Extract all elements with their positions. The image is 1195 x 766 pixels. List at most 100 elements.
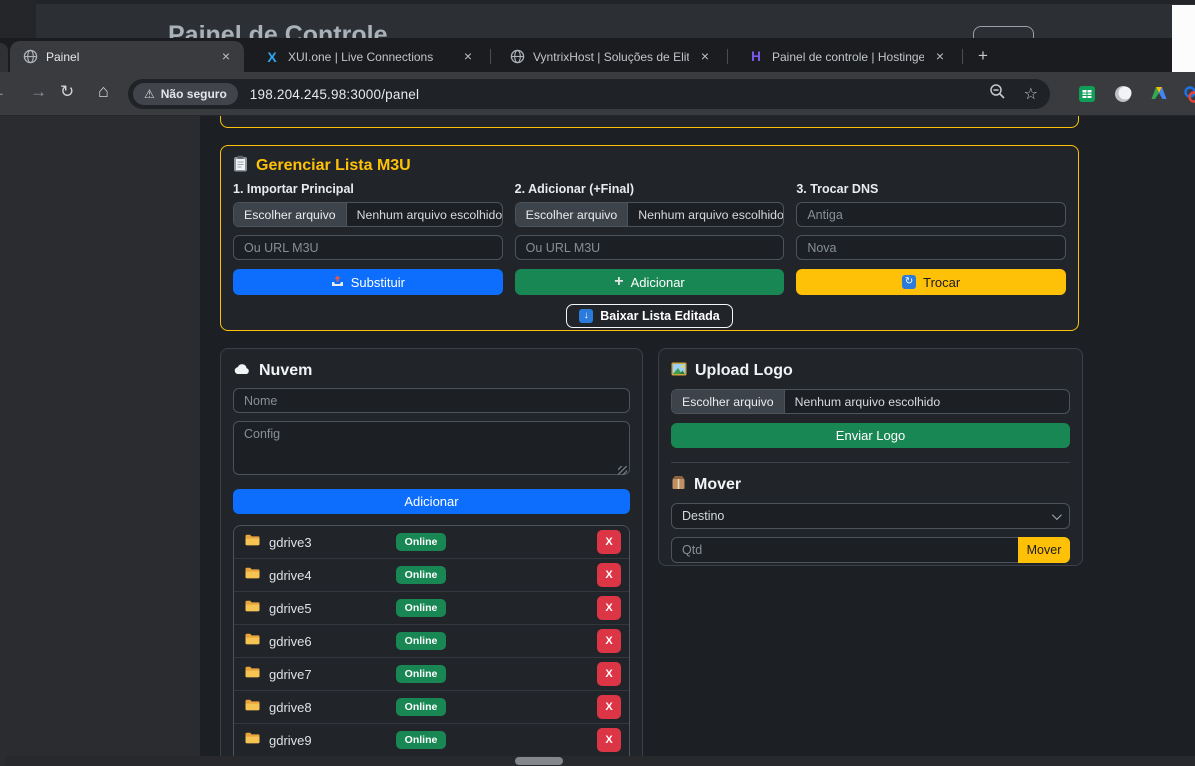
sync-icon: ↻	[902, 275, 916, 289]
append-url-input[interactable]	[515, 235, 785, 260]
tab-title: Painel	[46, 50, 210, 64]
m3u-manager-card: Gerenciar Lista M3U 1. Importar Principa…	[220, 145, 1079, 331]
substituir-button[interactable]: Substituir	[233, 269, 503, 295]
folder-icon	[245, 698, 260, 716]
cloud-item-status: Online	[396, 698, 447, 716]
tab-strip: Painel × X XUI.one | Live Connections × …	[0, 38, 1172, 72]
cloud-list: gdrive3 Online X gdrive4 Online X gdrive…	[233, 525, 630, 766]
cloud-card-title: Nuvem	[233, 361, 630, 381]
drive-extension-icon[interactable]	[1150, 85, 1168, 103]
m3u-card-title: Gerenciar Lista M3U	[233, 156, 1066, 176]
download-icon: ↓	[579, 309, 593, 323]
tab-vyntrixhost[interactable]: VyntrixHost | Soluções de Elite ×	[497, 41, 723, 72]
scrollbar-thumb[interactable]	[515, 757, 563, 765]
security-chip[interactable]: ⚠ Não seguro	[133, 83, 238, 105]
cloud-list-item: gdrive7 Online X	[234, 658, 629, 691]
append-label: 2. Adicionar (+Final)	[515, 182, 785, 196]
cloud-list-item: gdrive5 Online X	[234, 592, 629, 625]
cloud-item-status: Online	[396, 632, 447, 650]
cloud-list-item: gdrive4 Online X	[234, 559, 629, 592]
cloud-name-input[interactable]	[233, 388, 630, 413]
folder-icon	[245, 533, 260, 551]
cloud-item-name: gdrive4	[269, 568, 312, 583]
address-bar[interactable]: ⚠ Não seguro 198.204.245.98:3000/panel ☆	[128, 79, 1050, 109]
import-label: 1. Importar Principal	[233, 182, 503, 196]
clipped-card-above	[220, 116, 1079, 128]
dns-old-input[interactable]	[796, 202, 1066, 227]
tab-title: VyntrixHost | Soluções de Elite	[533, 50, 689, 64]
globe-icon	[22, 49, 38, 65]
mover-button[interactable]: Mover	[1018, 537, 1070, 563]
clipped-button-fragment	[973, 26, 1034, 38]
cloud-item-name: gdrive7	[269, 667, 312, 682]
dns-new-input[interactable]	[796, 235, 1066, 260]
cloud-item-status: Online	[396, 566, 447, 584]
page-viewport: Gerenciar Lista M3U 1. Importar Principa…	[0, 116, 1195, 766]
background-window-left-strip	[0, 116, 200, 766]
tab-painel[interactable]: Painel ×	[10, 41, 244, 72]
picture-icon	[671, 362, 687, 381]
import-file-input[interactable]: Escolher arquivo Nenhum arquivo escolhid…	[233, 202, 503, 227]
baixar-lista-button[interactable]: ↓ Baixar Lista Editada	[566, 304, 733, 328]
sheets-extension-icon[interactable]	[1078, 85, 1096, 103]
url-text: 198.204.245.98:3000/panel	[250, 87, 419, 102]
tab-hostinger[interactable]: H Painel de controle | Hostinger ×	[736, 41, 958, 72]
cloud-list-item: gdrive8 Online X	[234, 691, 629, 724]
folder-icon	[245, 665, 260, 683]
back-button[interactable]: ←	[0, 82, 8, 104]
cloud-item-name: gdrive5	[269, 601, 312, 616]
cloud-item-remove[interactable]: X	[597, 695, 621, 719]
chevron-down-icon	[1052, 510, 1062, 520]
round-extension-icon[interactable]	[1114, 85, 1132, 103]
reload-button[interactable]: ↻	[60, 82, 74, 102]
cloud-icon	[233, 362, 251, 380]
cloud-card: Nuvem Adicionar gdrive3 Online X gdrive4	[220, 348, 643, 766]
upload-logo-card: Upload Logo Escolher arquivo Nenhum arqu…	[658, 348, 1083, 566]
cloud-item-name: gdrive8	[269, 700, 312, 715]
import-url-input[interactable]	[233, 235, 503, 260]
clipboard-icon	[233, 155, 248, 177]
tab-xui[interactable]: X XUI.one | Live Connections ×	[252, 41, 486, 72]
package-icon	[671, 475, 686, 495]
cloud-item-remove[interactable]: X	[597, 563, 621, 587]
cloud-item-name: gdrive9	[269, 733, 312, 748]
cloud-config-textarea[interactable]	[233, 421, 630, 475]
clipped-extension-icon[interactable]	[1184, 85, 1195, 103]
close-icon[interactable]: ×	[460, 49, 476, 65]
cloud-item-remove[interactable]: X	[597, 530, 621, 554]
m3u-append-column: 2. Adicionar (+Final) Escolher arquivo N…	[515, 182, 785, 295]
append-file-input[interactable]: Escolher arquivo Nenhum arquivo escolhid…	[515, 202, 785, 227]
background-white-window-edge	[1172, 5, 1195, 72]
bookmark-star-icon[interactable]: ☆	[1024, 84, 1038, 104]
resize-handle[interactable]	[618, 466, 627, 475]
backdrop-corner	[0, 0, 36, 38]
cloud-item-remove[interactable]: X	[597, 596, 621, 620]
close-icon[interactable]: ×	[697, 49, 713, 65]
xui-logo-icon: X	[264, 49, 280, 65]
destino-select[interactable]: Destino	[671, 503, 1070, 529]
adicionar-m3u-button[interactable]: + Adicionar	[515, 269, 785, 295]
logo-file-input[interactable]: Escolher arquivo Nenhum arquivo escolhid…	[671, 389, 1070, 414]
m3u-import-column: 1. Importar Principal Escolher arquivo N…	[233, 182, 503, 295]
outbox-tray-icon	[331, 275, 344, 290]
zoom-out-icon[interactable]	[989, 83, 1006, 105]
trocar-button[interactable]: ↻ Trocar	[796, 269, 1066, 295]
cloud-item-status: Online	[396, 599, 447, 617]
close-icon[interactable]: ×	[218, 49, 234, 65]
cloud-item-remove[interactable]: X	[597, 629, 621, 653]
new-tab-button[interactable]: +	[972, 45, 994, 67]
qtd-input[interactable]	[671, 537, 1018, 563]
forward-button[interactable]: →	[30, 82, 47, 102]
cloud-list-item: gdrive9 Online X	[234, 724, 629, 757]
adicionar-cloud-button[interactable]: Adicionar	[233, 489, 630, 514]
backdrop-top-line	[0, 0, 1195, 4]
cloud-item-remove[interactable]: X	[597, 662, 621, 686]
cloud-item-name: gdrive6	[269, 634, 312, 649]
enviar-logo-button[interactable]: Enviar Logo	[671, 423, 1070, 448]
warning-icon: ⚠	[144, 87, 155, 101]
home-button[interactable]: ⌂	[98, 81, 109, 102]
close-icon[interactable]: ×	[932, 49, 948, 65]
cloud-item-remove[interactable]: X	[597, 728, 621, 752]
folder-icon	[245, 566, 260, 584]
cloud-list-item: gdrive6 Online X	[234, 625, 629, 658]
